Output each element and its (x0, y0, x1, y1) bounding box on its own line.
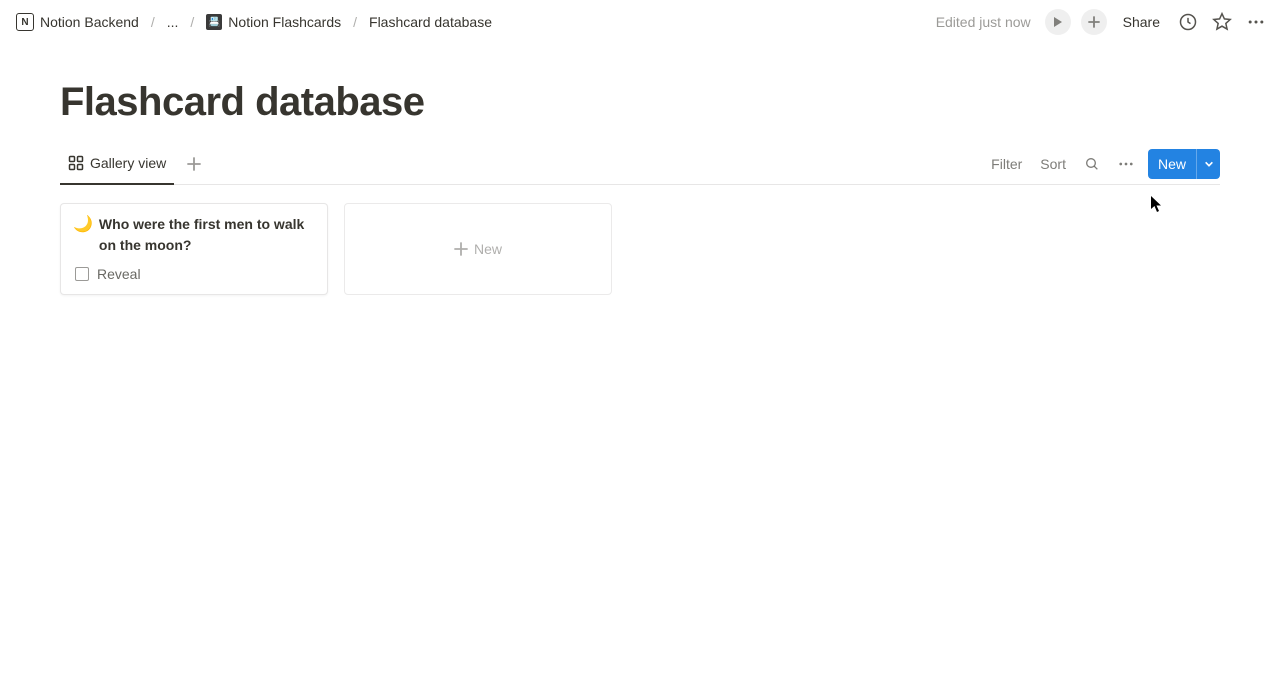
reveal-checkbox[interactable] (75, 267, 89, 281)
breadcrumb-root[interactable]: N Notion Backend (12, 11, 143, 33)
page-title[interactable]: Flashcard database (60, 80, 1220, 125)
share-button[interactable]: Share (1117, 10, 1166, 34)
search-icon (1084, 156, 1100, 172)
search-button[interactable] (1080, 152, 1104, 176)
sort-button[interactable]: Sort (1036, 152, 1070, 176)
breadcrumb-separator: / (151, 14, 155, 30)
breadcrumb-current[interactable]: Flashcard database (365, 12, 496, 32)
breadcrumb-parent-label: Notion Flashcards (228, 14, 341, 30)
favorite-button[interactable] (1210, 10, 1234, 34)
clock-icon (1178, 12, 1198, 32)
page-icon: 📇 (206, 14, 222, 30)
filter-button[interactable]: Filter (987, 152, 1026, 176)
breadcrumb-separator: / (353, 14, 357, 30)
breadcrumb-root-label: Notion Backend (40, 14, 139, 30)
tab-gallery-label: Gallery view (90, 155, 166, 171)
gallery-icon (68, 155, 84, 171)
new-button-dropdown[interactable] (1196, 149, 1220, 179)
view-options-button[interactable] (1114, 152, 1138, 176)
breadcrumb-current-label: Flashcard database (369, 14, 492, 30)
new-card-label: New (474, 241, 502, 257)
gallery-card[interactable]: 🌙 Who were the first men to walk on the … (60, 203, 328, 295)
dots-horizontal-icon (1246, 12, 1266, 32)
add-button[interactable] (1081, 9, 1107, 35)
edited-status: Edited just now (936, 14, 1031, 30)
plus-icon (454, 242, 468, 256)
new-button-label: New (1148, 156, 1196, 172)
breadcrumb-ellipsis-label: ... (167, 14, 179, 30)
dots-horizontal-icon (1117, 155, 1135, 173)
chevron-down-icon (1204, 159, 1214, 169)
breadcrumb-ellipsis[interactable]: ... (163, 12, 183, 32)
notion-logo-icon: N (16, 13, 34, 31)
more-button[interactable] (1244, 10, 1268, 34)
new-button[interactable]: New (1148, 149, 1220, 179)
reveal-label: Reveal (97, 266, 141, 282)
card-title-text: Who were the first men to walk on the mo… (99, 214, 315, 256)
breadcrumb: N Notion Backend / ... / 📇 Notion Flashc… (12, 11, 936, 33)
updates-button[interactable] (1176, 10, 1200, 34)
plus-icon (1088, 16, 1100, 28)
star-icon (1212, 12, 1232, 32)
add-view-button[interactable] (180, 150, 208, 178)
breadcrumb-separator: / (190, 14, 194, 30)
card-emoji: 🌙 (73, 214, 93, 236)
play-button[interactable] (1045, 9, 1071, 35)
breadcrumb-parent[interactable]: 📇 Notion Flashcards (202, 12, 345, 32)
plus-icon (187, 157, 201, 171)
play-icon (1052, 16, 1064, 28)
new-card-button[interactable]: New (344, 203, 612, 295)
tab-gallery-view[interactable]: Gallery view (60, 143, 174, 185)
